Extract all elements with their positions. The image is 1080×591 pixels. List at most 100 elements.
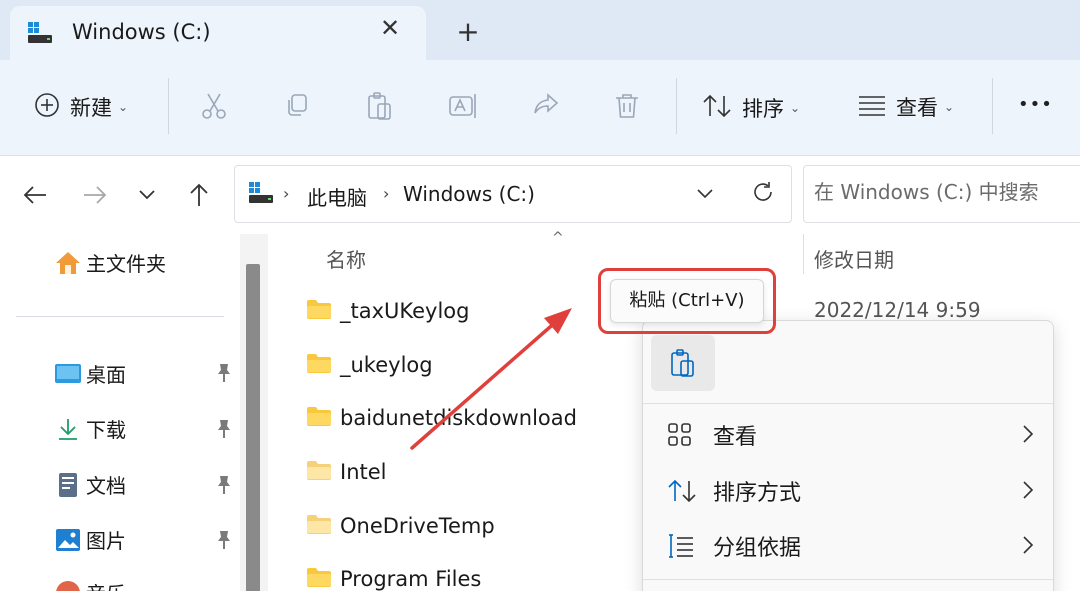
new-label: 新建	[70, 96, 112, 120]
breadcrumb-this-pc[interactable]: 此电脑	[307, 182, 367, 211]
new-tab-button[interactable]: +	[456, 18, 480, 46]
share-icon	[532, 92, 560, 122]
chevron-down-icon: ⌄	[944, 100, 955, 114]
nav-item-music[interactable]: 音乐	[54, 578, 126, 591]
share-button[interactable]	[532, 92, 560, 122]
nav-item-home[interactable]: 主文件夹	[54, 248, 166, 277]
context-paste-button[interactable]	[651, 335, 715, 391]
nav-item-documents[interactable]: 文档	[54, 470, 126, 499]
pin-icon[interactable]	[214, 529, 234, 555]
refresh-icon[interactable]	[751, 180, 775, 208]
chevron-right-icon	[1023, 536, 1034, 554]
breadcrumb-separator: ›	[383, 184, 390, 203]
more-options-button[interactable]: •••	[1018, 94, 1053, 115]
rename-button[interactable]	[448, 92, 478, 124]
toolbar-divider	[168, 78, 169, 134]
chevron-right-icon	[1023, 425, 1034, 443]
menu-item-label: 排序方式	[713, 481, 802, 506]
desktop-icon	[54, 360, 82, 388]
delete-button[interactable]	[614, 92, 640, 124]
grid-icon	[668, 423, 691, 446]
command-bar: 新建 ⌄ 排序 ⌄ 查看 ⌄ •••	[0, 60, 1080, 156]
clipboard-icon	[671, 349, 694, 377]
copy-button[interactable]	[284, 92, 310, 122]
view-label: 查看	[896, 96, 938, 120]
menu-item-view[interactable]: 查看	[667, 413, 1037, 457]
recent-locations-button[interactable]	[132, 180, 162, 210]
chevron-right-icon	[1023, 481, 1034, 499]
title-bar: Windows (C:) ✕ +	[0, 0, 1080, 62]
arrow-up-icon	[190, 183, 208, 206]
pin-icon[interactable]	[214, 362, 234, 388]
file-row[interactable]: baidunetdiskdownload	[306, 405, 577, 431]
new-button[interactable]: 新建 ⌄	[34, 92, 128, 122]
pin-icon[interactable]	[214, 418, 234, 444]
menu-item-group-by[interactable]: 分组依据	[667, 524, 1037, 568]
sort-arrows-icon	[668, 479, 696, 503]
menu-item-label: 查看	[713, 425, 758, 450]
paste-tooltip: 粘贴 (Ctrl+V)	[610, 279, 764, 323]
view-button[interactable]: 查看 ⌄	[858, 92, 954, 122]
nav-divider	[16, 316, 224, 317]
sort-button[interactable]: 排序 ⌄	[702, 92, 800, 124]
cut-button[interactable]	[200, 92, 228, 124]
toolbar-divider	[992, 78, 993, 134]
file-row[interactable]: _ukeylog	[306, 352, 433, 378]
context-menu: 查看 排序方式 分组依据	[642, 320, 1054, 591]
nav-documents-label: 文档	[86, 474, 126, 498]
file-name: Program Files	[340, 567, 482, 591]
pin-icon[interactable]	[214, 474, 234, 500]
list-view-icon	[858, 93, 886, 121]
address-bar[interactable]: › 此电脑 › Windows (C:)	[234, 165, 792, 223]
nav-home-label: 主文件夹	[86, 252, 166, 276]
up-button[interactable]	[184, 180, 214, 210]
trash-icon	[614, 92, 640, 124]
search-box[interactable]	[803, 165, 1080, 223]
breadcrumb-windows-c[interactable]: Windows (C:)	[403, 182, 535, 206]
drive-icon	[249, 182, 275, 208]
file-date: 2022/12/14 9:59	[814, 298, 981, 322]
folder-icon	[306, 459, 332, 485]
column-header-date[interactable]: 修改日期	[814, 244, 894, 273]
music-icon	[54, 579, 82, 591]
folder-icon	[306, 298, 332, 324]
file-row[interactable]: Program Files	[306, 566, 481, 591]
clipboard-icon	[366, 91, 394, 125]
paste-button[interactable]	[366, 91, 394, 125]
breadcrumb-separator: ›	[283, 184, 290, 203]
file-name: Intel	[340, 460, 387, 484]
address-dropdown-icon[interactable]	[695, 186, 715, 205]
drive-icon	[28, 22, 54, 48]
sort-label: 排序	[742, 97, 784, 121]
file-row[interactable]: OneDriveTemp	[306, 513, 495, 539]
nav-scrollbar-thumb[interactable]	[246, 264, 260, 591]
search-input[interactable]	[814, 180, 1080, 204]
document-icon	[54, 471, 82, 499]
file-name: _taxUKeylog	[340, 299, 470, 323]
group-list-icon	[669, 534, 693, 558]
nav-item-downloads[interactable]: 下载	[54, 414, 126, 443]
folder-icon	[306, 405, 332, 431]
column-header-name[interactable]: 名称	[326, 244, 366, 273]
nav-downloads-label: 下载	[86, 418, 126, 442]
scissors-icon	[200, 92, 228, 124]
back-button[interactable]	[20, 180, 50, 210]
chevron-down-icon	[139, 190, 155, 200]
arrow-left-icon	[23, 186, 46, 204]
file-row[interactable]: _taxUKeylog	[306, 298, 470, 324]
file-row[interactable]: Intel	[306, 459, 387, 485]
nav-item-desktop[interactable]: 桌面	[54, 359, 126, 388]
pictures-icon	[54, 526, 82, 554]
close-icon[interactable]: ✕	[378, 16, 402, 40]
tab-windows-c[interactable]: Windows (C:) ✕	[10, 6, 426, 62]
menu-item-label: 分组依据	[713, 536, 802, 561]
column-divider[interactable]	[803, 234, 804, 274]
menu-item-sort-by[interactable]: 排序方式	[667, 469, 1037, 513]
tab-title: Windows (C:)	[72, 20, 211, 44]
forward-button[interactable]	[80, 180, 110, 210]
nav-item-pictures[interactable]: 图片	[54, 525, 126, 554]
chevron-down-icon: ⌄	[118, 100, 129, 114]
toolbar-divider	[676, 78, 677, 134]
home-icon	[54, 249, 82, 277]
arrow-right-icon	[84, 186, 107, 204]
